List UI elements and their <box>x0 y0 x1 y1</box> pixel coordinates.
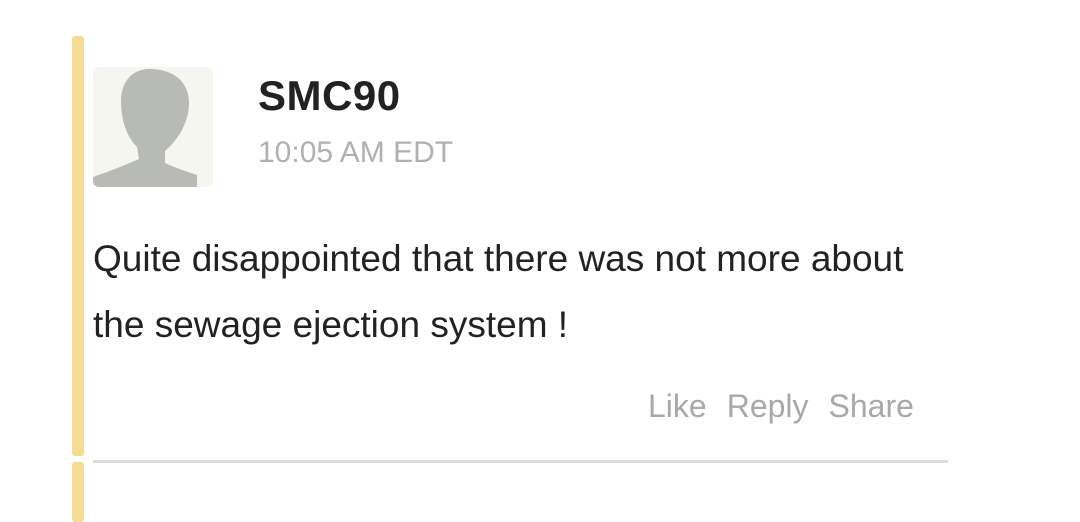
default-user-silhouette-icon <box>93 67 213 187</box>
like-button[interactable]: Like <box>648 388 707 425</box>
share-button[interactable]: Share <box>829 388 914 425</box>
next-comment-accent-bar <box>72 462 84 522</box>
comment-divider <box>93 460 948 463</box>
comment-timestamp: 10:05 AM EDT <box>258 136 454 169</box>
reply-button[interactable]: Reply <box>727 388 809 425</box>
comment-accent-bar <box>72 36 84 456</box>
comment-actions: Like Reply Share <box>648 388 914 425</box>
comment-author[interactable]: SMC90 <box>258 72 401 120</box>
comment-text: Quite disappointed that there was not mo… <box>93 238 904 345</box>
avatar[interactable] <box>93 67 213 187</box>
